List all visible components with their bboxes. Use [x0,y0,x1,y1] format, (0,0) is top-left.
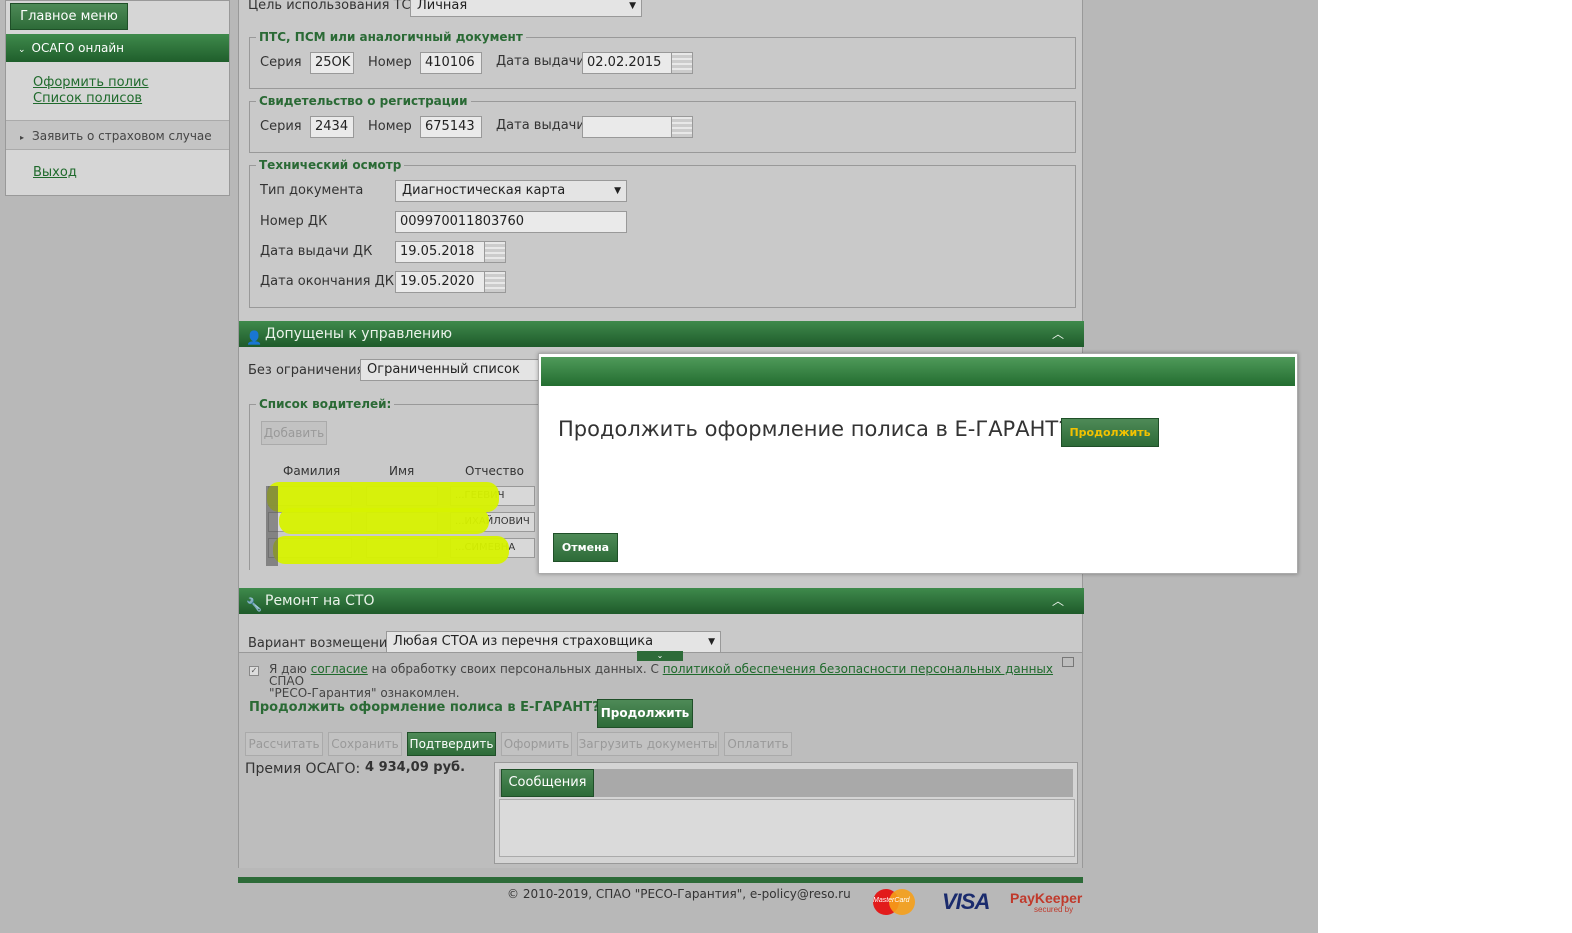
purpose-label: Цель использования ТС [248,0,411,13]
dialog-question: Продолжить оформление полиса в Е-ГАРАНТ? [558,417,1070,441]
dk-number-label: Номер ДК [260,214,328,229]
reg-number-field[interactable]: 675143 [420,116,482,138]
doc-type-value: Диагностическая карта [402,183,566,198]
pts-date-field[interactable]: 02.02.2015 [582,52,672,74]
variant-select[interactable]: Любая СТОА из перечня страховщика ▼ [386,631,721,653]
redaction-mark [266,486,278,566]
pts-legend: ПТС, ПСМ или аналогичный документ [256,30,526,44]
registration-legend: Свидетельство о регистрации [256,94,471,108]
redaction-blur [273,536,509,564]
pts-date-label: Дата выдачи [496,54,585,69]
pts-series-field[interactable]: 25OK [310,52,354,74]
premium-label: Премия ОСАГО: [245,761,361,777]
col-last-name: Фамилия [283,464,341,478]
calendar-icon[interactable] [484,241,506,263]
reg-number-label: Номер [368,119,412,134]
wrench-icon: 🔧 [246,598,263,613]
pts-series-label: Серия [260,55,302,70]
consent-text-part: на обработку своих персональных данных. … [371,662,659,676]
limit-select[interactable]: Ограниченный список [360,359,560,381]
dialog-title-bar [541,357,1295,386]
privacy-policy-link[interactable]: политикой обеспечения безопасности персо… [663,662,1053,676]
consent-link[interactable]: согласие [311,662,368,676]
limit-value: Ограниченный список [367,362,520,377]
limit-label: Без ограничения [248,363,365,378]
chevron-up-icon[interactable]: ︿ [1052,321,1064,347]
mastercard-logo-text: MasterCard [873,897,910,904]
dialog-cancel-button[interactable]: Отмена [553,533,618,562]
repair-panel-header[interactable]: 🔧 Ремонт на СТО ︿ [239,588,1084,614]
copyright: © 2010-2019, СПАО "РЕСО-Гарантия", e-pol… [507,887,851,901]
doc-type-select[interactable]: Диагностическая карта ▼ [395,180,627,202]
repair-panel-title: Ремонт на СТО [265,593,375,609]
sidebar-link-logout[interactable]: Выход [33,165,77,180]
issue-button[interactable]: Оформить [501,732,572,756]
drivers-panel-title: Допущены к управлению [265,326,453,342]
reg-series-field[interactable]: 2434 [310,116,354,138]
chevron-down-icon: ⌄ [18,45,26,55]
dialog-continue-button[interactable]: Продолжить [1061,418,1159,447]
dk-issue-label: Дата выдачи ДК [260,244,373,259]
sidebar-section-label: ОСАГО онлайн [31,41,125,55]
reg-series-label: Серия [260,119,302,134]
egarant-continue-button[interactable]: Продолжить [597,699,693,728]
confirm-dialog: Продолжить оформление полиса в Е-ГАРАНТ?… [538,353,1298,574]
dk-end-field[interactable]: 19.05.2020 [395,271,485,293]
consent-text-part: "РЕСО-Гарантия" ознакомлен. [269,686,460,700]
reg-date-field[interactable] [582,116,672,138]
dropdown-arrow-icon: ▼ [629,1,636,11]
sidebar-item-label: Заявить о страховом случае [32,129,212,143]
chevron-down-icon: ⌄ [656,651,664,660]
paykeeper-subtext: secured by [1034,905,1074,914]
doc-type-label: Тип документа [260,183,364,198]
upload-documents-button[interactable]: Загрузить документы [577,732,719,756]
pay-button[interactable]: Оплатить [724,732,792,756]
footer-bar [238,877,1083,883]
dropdown-arrow-icon: ▼ [708,637,715,647]
calendar-icon[interactable] [671,52,693,74]
consent-checkbox[interactable]: ✓ [249,666,259,676]
pts-number-field[interactable]: 410106 [420,52,482,74]
sidebar-section-osago[interactable]: ⌄ ОСАГО онлайн [6,34,229,62]
dk-issue-field[interactable]: 19.05.2018 [395,241,485,263]
col-first-name: Имя [389,464,415,478]
variant-label: Вариант возмещения [248,636,396,651]
dk-number-field[interactable]: 009970011803760 [395,211,627,233]
visa-logo: VISA [942,889,990,914]
user-icon: 👤 [246,331,263,346]
inspection-legend: Технический осмотр [256,158,405,172]
calculate-button[interactable]: Рассчитать [245,732,323,756]
drivers-panel-header[interactable]: 👤 Допущены к управлению ︿ [239,321,1084,347]
sidebar-link-issue-policy[interactable]: Оформить полис [33,75,149,90]
drivers-legend: Список водителей: [256,397,395,411]
mastercard-logo: MasterCard [871,887,917,917]
main-menu-button[interactable]: Главное меню [10,3,128,30]
pts-number-label: Номер [368,55,412,70]
chevron-up-icon[interactable]: ︿ [1052,588,1064,614]
dropdown-arrow-icon: ▼ [614,186,621,196]
purpose-select[interactable]: Личная ▼ [410,0,642,17]
paykeeper-logo: PayKeeper [1010,890,1083,906]
tab-messages[interactable]: Сообщения [501,769,594,797]
calendar-icon[interactable] [484,271,506,293]
reg-date-label: Дата выдачи [496,118,585,133]
add-driver-button[interactable]: Добавить [261,421,327,445]
redaction-blur [279,508,489,534]
purpose-value: Личная [417,0,468,13]
premium-value: 4 934,09 руб. [365,760,466,775]
col-middle-name: Отчество [465,464,524,478]
egarant-question: Продолжить оформление полиса в Е-ГАРАНТ? [249,700,600,715]
messages-content [499,799,1075,857]
collapse-toggle[interactable]: ⌄ [637,651,683,661]
save-button[interactable]: Сохранить [328,732,402,756]
chevron-right-icon: ▸ [20,133,25,142]
confirm-button[interactable]: Подтвердить [407,732,496,756]
consent-text: Я даю согласие на обработку своих персон… [269,663,1069,699]
sidebar-item-claim[interactable]: ▸ Заявить о страховом случае [6,120,229,150]
sidebar-link-policy-list[interactable]: Список полисов [33,91,142,106]
variant-value: Любая СТОА из перечня страховщика [393,634,654,649]
calendar-icon[interactable] [671,116,693,138]
dk-end-label: Дата окончания ДК [260,274,394,289]
